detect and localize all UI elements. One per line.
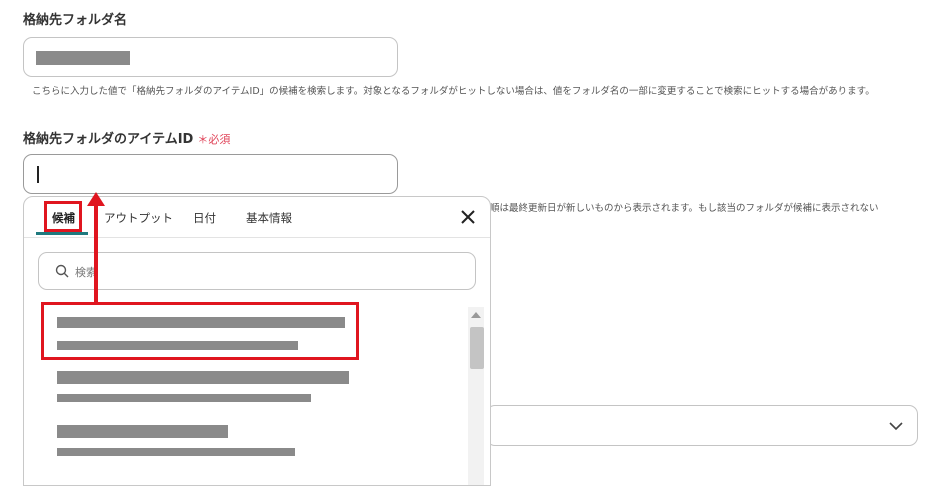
annotation-box-tab — [44, 201, 82, 232]
item-id-label-text: 格納先フォルダのアイテムID — [23, 132, 194, 147]
candidate-item[interactable] — [44, 365, 444, 409]
item-id-hint-partial: 順は最終更新日が新しいものから表示されます。もし該当のフォルダが候補に表示されな… — [490, 203, 879, 214]
folder-name-label: 格納先フォルダ名 — [23, 13, 128, 28]
active-tab-indicator — [36, 232, 88, 235]
select-field[interactable] — [486, 405, 918, 446]
folder-name-hint: こちらに入力した値で「格納先フォルダのアイテムID」の候補を検索します。対象とな… — [32, 86, 875, 97]
redacted-value — [36, 51, 130, 65]
required-text: 必須 — [208, 133, 231, 146]
required-badge: ＊必須 — [197, 133, 230, 146]
item-id-label: 格納先フォルダのアイテムID ＊必須 — [23, 128, 230, 147]
chevron-down-icon — [889, 422, 903, 431]
annotation-box-candidate — [41, 302, 359, 360]
item-id-input[interactable] — [23, 154, 398, 194]
redacted-subtitle — [57, 394, 311, 402]
folder-name-input[interactable] — [23, 37, 398, 77]
tab-output[interactable]: アウトプット — [104, 210, 173, 226]
redacted-title — [57, 371, 349, 384]
tab-date[interactable]: 日付 — [193, 210, 216, 226]
required-mark: ＊ — [197, 133, 209, 146]
annotation-arrow-line — [94, 204, 98, 302]
search-input[interactable]: 検索 — [38, 252, 476, 290]
close-icon[interactable] — [458, 207, 478, 227]
candidate-item[interactable] — [44, 421, 444, 465]
scrollbar-thumb[interactable] — [470, 327, 484, 369]
redacted-subtitle — [57, 448, 295, 456]
scroll-up-icon[interactable] — [471, 312, 481, 318]
text-cursor — [37, 166, 39, 183]
redacted-title — [57, 425, 228, 438]
annotation-arrow-head — [87, 192, 105, 206]
search-icon — [55, 264, 69, 278]
tab-basic-info[interactable]: 基本情報 — [246, 210, 292, 226]
